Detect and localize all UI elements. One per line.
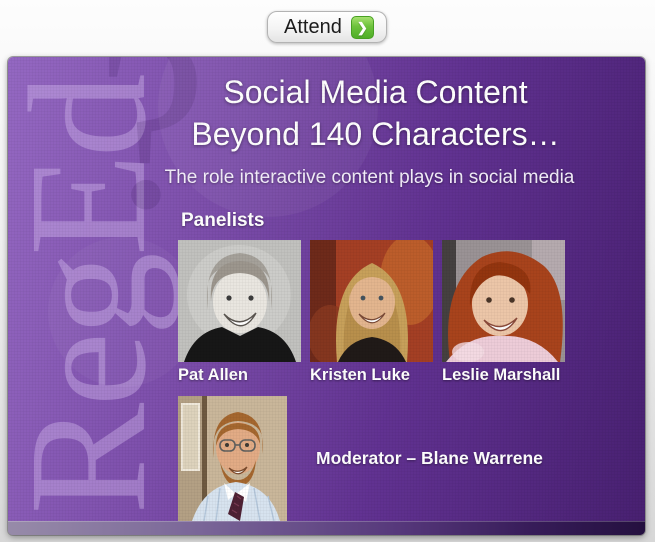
panelist-name: Leslie Marshall	[442, 366, 561, 384]
leslie-marshall-photo	[442, 240, 565, 362]
pat-allen-photo	[178, 240, 301, 362]
slide-title-line1: Social Media Content	[223, 74, 528, 110]
top-toolbar: Attend ❯	[0, 0, 655, 57]
panelist-card-leslie-marshall: Leslie Marshall	[442, 240, 565, 385]
panelist-card-kristen-luke: Kristen Luke	[310, 240, 433, 385]
background-circle-decoration	[48, 237, 198, 387]
panelists-heading: Panelists	[181, 210, 265, 231]
moderator-row: Moderator – Blane Warrene	[178, 396, 543, 521]
slide-footer-bar	[8, 521, 645, 535]
moderator-label: Moderator – Blane Warrene	[316, 448, 543, 468]
panelist-name: Kristen Luke	[310, 366, 410, 384]
panelist-name: Pat Allen	[178, 366, 248, 384]
blane-warrene-photo	[178, 396, 287, 521]
slide-subtitle: The role interactive content plays in so…	[164, 167, 575, 188]
panelist-card-pat-allen: Pat Allen	[178, 240, 301, 385]
panelists-photo-row: Pat Allen Kristen Luke Leslie Marshall	[178, 240, 565, 385]
attend-button-label: Attend	[284, 16, 342, 38]
attend-button[interactable]: Attend ❯	[267, 11, 387, 43]
arrow-right-icon: ❯	[350, 15, 374, 39]
slide-title: Social Media Content Beyond 140 Characte…	[120, 71, 631, 155]
kristen-luke-photo	[310, 240, 433, 362]
slide-title-line2: Beyond 140 Characters…	[191, 116, 560, 152]
webinar-slide: RegEd ? Social Media Content Beyond 140 …	[8, 57, 645, 535]
